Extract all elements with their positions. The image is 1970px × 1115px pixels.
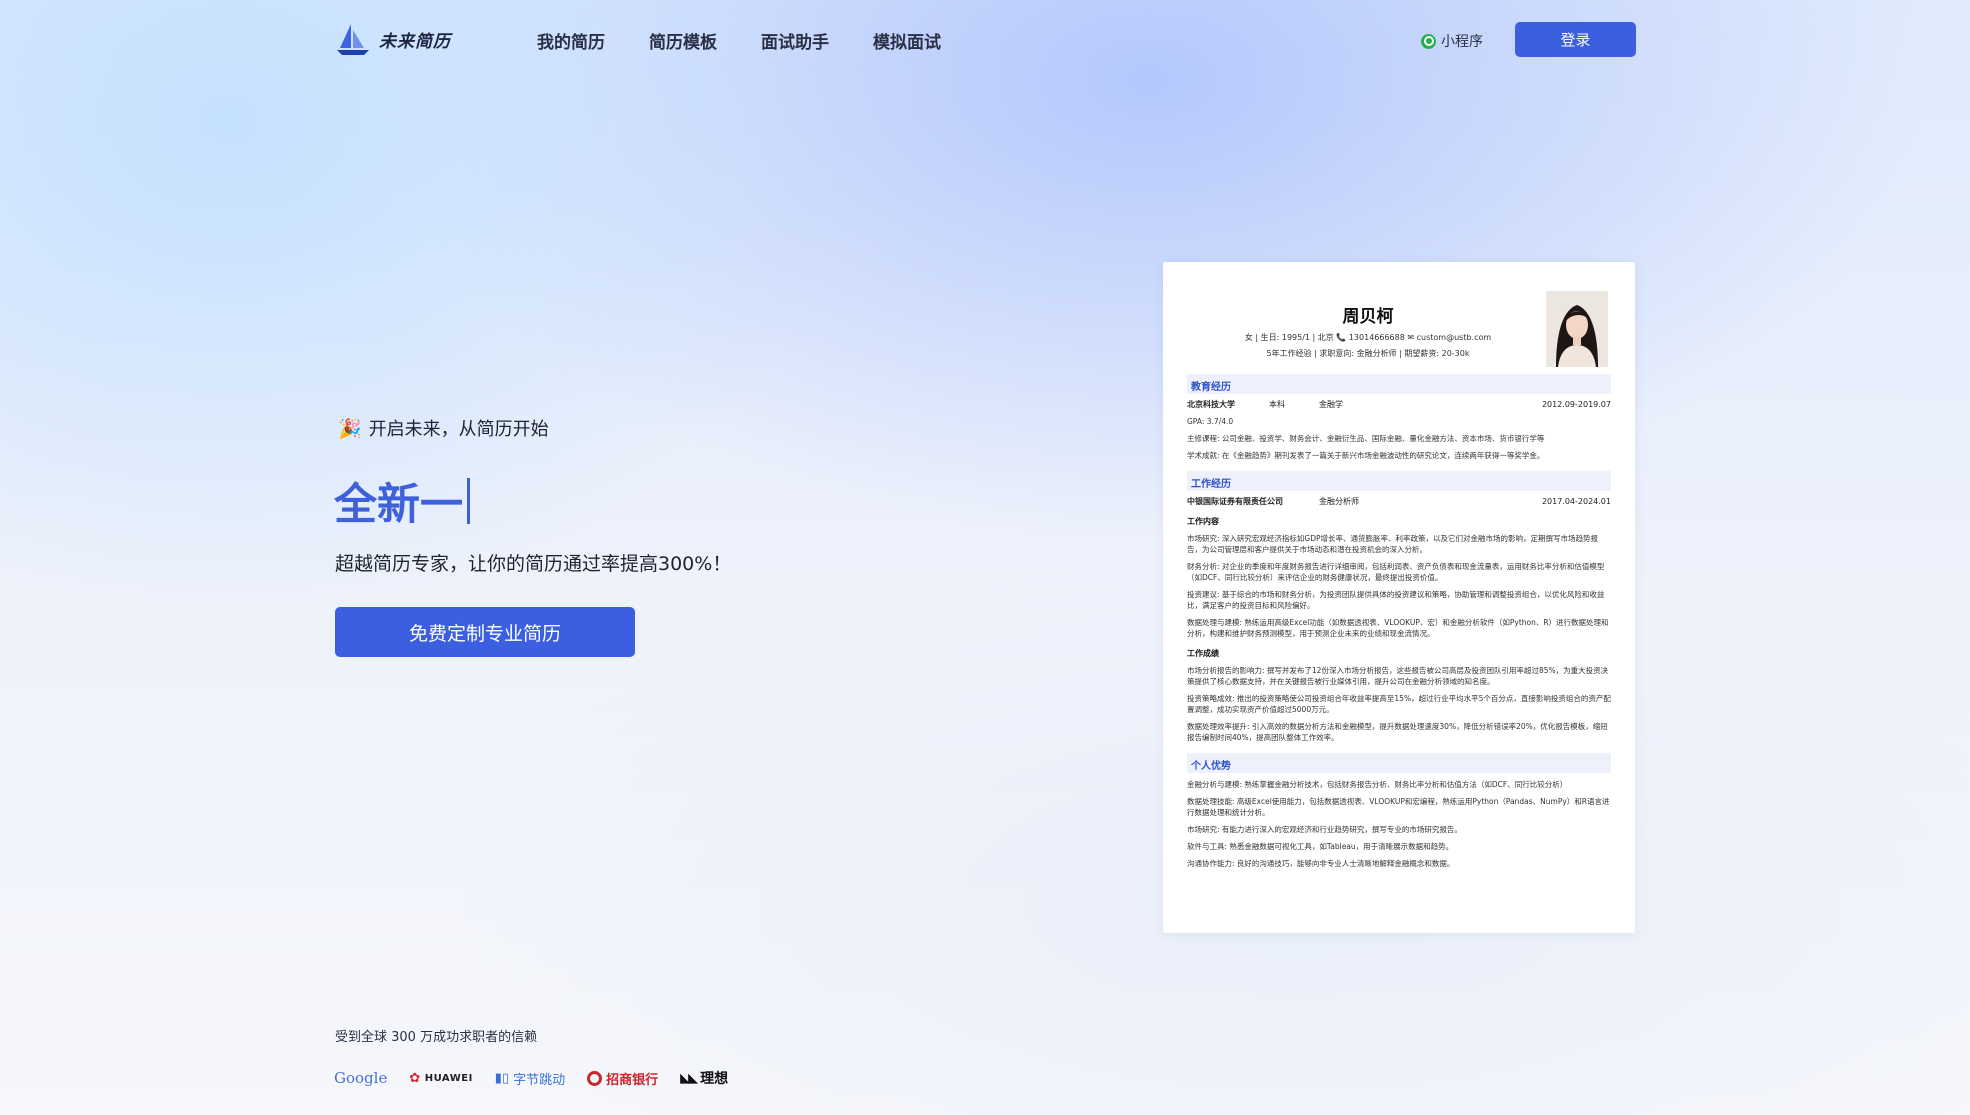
skill-item: 沟通协作能力: 良好的沟通技巧，能够向非专业人士清晰地解释金融概念和数据。 (1187, 859, 1455, 868)
trust-text: 受到全球 300 万成功求职者的信赖 (335, 1030, 538, 1045)
work-item: 市场研究: 深入研究宏观经济指标如GDP增长率、通货膨胀率、利率政策，以及它们对… (1187, 534, 1599, 554)
education-date: 2012.09-2019.07 (1541, 400, 1611, 409)
section-skills-title: 个人优势 (1187, 753, 1611, 773)
hero-subtitle: 超越简历专家，让你的简历通过率提高300%！ (335, 553, 732, 575)
resume-basic-info: 女 | 生日: 1995/1 | 北京 📞 13014666688 ✉ cust… (1244, 333, 1492, 342)
skill-item: 软件与工具: 熟悉金融数据可视化工具，如Tableau，用于清晰展示数据和趋势。 (1187, 842, 1454, 851)
create-resume-button[interactable]: 免费定制专业简历 (335, 607, 635, 657)
logo-text: 未来简历 (379, 31, 451, 52)
google-logo: Google (334, 1069, 388, 1087)
sailboat-logo-icon (337, 24, 369, 55)
education-major: 金融学 (1319, 400, 1343, 409)
typing-caret (467, 478, 470, 524)
work-row: 中银国际证券有限责任公司 金融分析师 2017.04-2024.01 (1187, 497, 1611, 507)
huawei-flower-icon: ✿ (409, 1070, 421, 1086)
lixiang-logo: ◣◣ 理想 (680, 1068, 728, 1088)
resume-job-intent: 5年工作经验 | 求职意向: 金融分析师 | 期望薪资: 20-30k (1266, 349, 1470, 358)
lixiang-text: 理想 (700, 1071, 729, 1087)
nav-my-resume[interactable]: 我的简历 (537, 28, 605, 53)
party-popper-icon: 🎉 (338, 417, 362, 440)
bytedance-logo: ▮▯ 字节跳动 (495, 1069, 565, 1088)
education-school: 北京科技大学 (1187, 400, 1235, 409)
work-item: 投资建议: 基于综合的市场和财务分析，为投资团队提供具体的投资建议和策略，协助管… (1187, 590, 1605, 610)
hero-tagline: 🎉 开启未来，从简历开始 (338, 415, 549, 441)
nav-resume-templates[interactable]: 简历模板 (649, 28, 717, 53)
education-courses: 主修课程: 公司金融、投资学、财务会计、金融衍生品、国际金融、量化金融方法、资本… (1187, 434, 1545, 443)
bytedance-bars-icon: ▮▯ (494, 1070, 510, 1086)
headline-text: 全新一 (334, 480, 463, 530)
work-result: 投资策略成效: 推出的投资策略使公司投资组合年收益率提高至15%，超过行业平均水… (1187, 694, 1611, 714)
section-education-title: 教育经历 (1187, 374, 1611, 394)
education-achievement: 学术成就: 在《金融趋势》期刊发表了一篇关于新兴市场金融波动性的研究论文，连续两… (1187, 451, 1545, 460)
login-button[interactable]: 登录 (1515, 22, 1636, 57)
portrait-image-icon (1546, 291, 1608, 367)
skill-item: 数据处理技能: 高级Excel使用能力，包括数据透视表、VLOOKUP和宏编程，… (1187, 797, 1610, 817)
work-item: 数据处理与建模: 熟练运用高级Excel功能（如数据透视表、VLOOKUP、宏）… (1187, 618, 1609, 638)
work-item: 财务分析: 对企业的季度和年度财务报告进行详细审阅，包括利润表、资产负债表和现金… (1187, 562, 1605, 582)
huawei-text: HUAWEI (424, 1072, 473, 1084)
hero-headline: 全新一 (334, 470, 470, 532)
resume-body: 教育经历 北京科技大学 本科 金融学 2012.09-2019.07 GPA: … (1187, 374, 1611, 869)
education-row: 北京科技大学 本科 金融学 2012.09-2019.07 (1187, 400, 1611, 410)
top-header: 未来简历 我的简历 简历模板 面试助手 模拟面试 小程序 登录 (0, 0, 1970, 80)
skill-item: 市场研究: 有能力进行深入的宏观经济和行业趋势研究，撰写专业的市场研究报告。 (1187, 825, 1462, 834)
work-date: 2017.04-2024.01 (1541, 497, 1611, 506)
brand-logos: Google ✿ HUAWEI ▮▯ 字节跳动 招商银行 ◣◣ 理想 (334, 1068, 728, 1088)
mini-program-link[interactable]: 小程序 (1421, 31, 1483, 51)
skill-item: 金融分析与建模: 熟练掌握金融分析技术，包括财务报告分析、财务比率分析和估值方法… (1187, 780, 1568, 789)
cmb-ring-icon (587, 1070, 603, 1086)
nav-interview-assistant[interactable]: 面试助手 (761, 28, 829, 53)
work-result: 数据处理效率提升: 引入高效的数据分析方法和金融模型，提升数据处理速度30%，降… (1187, 722, 1608, 742)
cmb-logo: 招商银行 (587, 1069, 658, 1088)
huawei-logo: ✿ HUAWEI (409, 1071, 472, 1086)
resume-photo (1546, 291, 1608, 367)
work-content-title: 工作内容 (1187, 517, 1219, 526)
work-role: 金融分析师 (1319, 497, 1359, 506)
resume-preview-card[interactable]: 周贝柯 女 | 生日: 1995/1 | 北京 📞 13014666688 ✉ … (1163, 262, 1635, 933)
bytedance-text: 字节跳动 (513, 1072, 566, 1088)
section-work-title: 工作经历 (1187, 471, 1611, 491)
lixiang-mark-icon: ◣◣ (680, 1070, 698, 1086)
cmb-text: 招商银行 (606, 1072, 659, 1088)
tagline-text: 开启未来，从简历开始 (368, 419, 549, 440)
work-company: 中银国际证券有限责任公司 (1187, 497, 1283, 506)
resume-name: 周贝柯 (1342, 307, 1394, 327)
education-degree: 本科 (1269, 400, 1285, 409)
work-result: 市场分析报告的影响力: 撰写并发布了12份深入市场分析报告，这些报告被公司高层及… (1187, 666, 1609, 686)
mini-program-label: 小程序 (1441, 34, 1483, 50)
education-gpa: GPA: 3.7/4.0 (1187, 417, 1234, 426)
work-results-title: 工作成绩 (1187, 649, 1219, 658)
main-nav: 我的简历 简历模板 面试助手 模拟面试 (537, 28, 941, 53)
nav-mock-interview[interactable]: 模拟面试 (873, 28, 941, 53)
logo[interactable]: 未来简历 (335, 22, 451, 56)
mini-program-icon (1421, 33, 1436, 49)
